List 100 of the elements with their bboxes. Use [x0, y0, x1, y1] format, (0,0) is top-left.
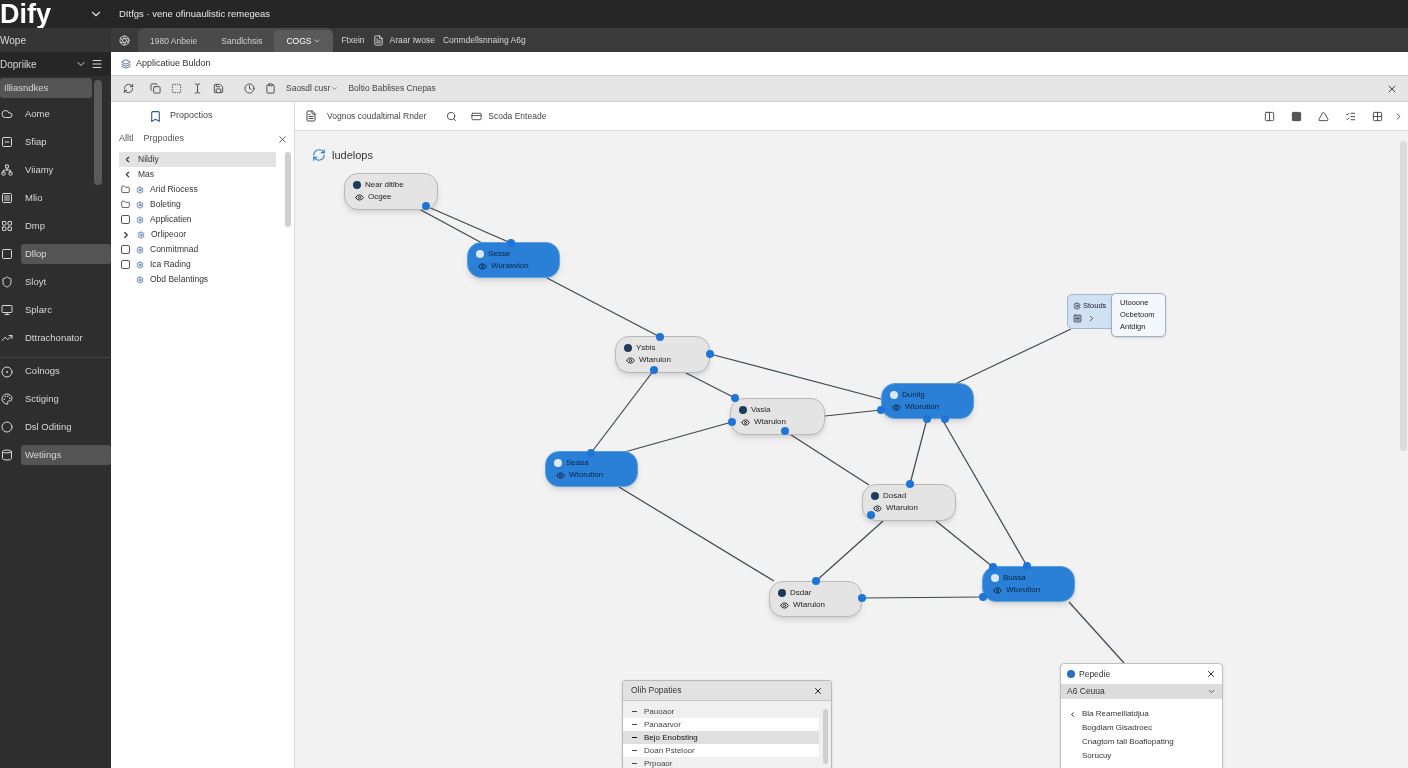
node-title: Dsdar	[790, 588, 812, 598]
list-item[interactable]: Bogdiam Gisadroec	[1082, 722, 1153, 734]
workflow-node[interactable]: Dunilg Wtorution	[881, 383, 974, 419]
workflow-node[interactable]: Buasa Wtorution	[982, 566, 1075, 602]
node-subtitle: Wtorution	[905, 402, 940, 412]
workflow-node[interactable]: Sesse Wurasvion	[467, 242, 560, 278]
toolbar-link[interactable]: Vognos coudaltimal Rnder	[327, 109, 427, 123]
workflow-node[interactable]: Seasa Wtorution	[545, 451, 638, 487]
tab[interactable]: Sandlchsis	[209, 30, 275, 52]
nav-item-icon	[1, 421, 13, 433]
tree-item[interactable]: Mas	[119, 167, 286, 182]
workflow-node[interactable]: Near dltlbe Ocgee	[344, 173, 438, 210]
close-icon[interactable]	[1206, 669, 1216, 679]
node-eye-icon	[741, 417, 750, 427]
tab-link[interactable]: Conmdellsnnaing A6g	[442, 33, 526, 47]
app-icon[interactable]	[119, 34, 130, 46]
workflow-node[interactable]: Ysbis Wtarulon	[615, 336, 710, 373]
tab-link[interactable]: Araar Iwose	[389, 33, 435, 47]
node-subtitle: Ocgee	[368, 192, 392, 202]
expand-chevron-icon[interactable]	[121, 229, 131, 240]
square-icon[interactable]	[1291, 110, 1302, 122]
text-cursor-icon[interactable]	[192, 83, 203, 94]
nav-item[interactable]: Aome	[21, 103, 54, 125]
nav-item[interactable]: Colnogs	[21, 361, 64, 382]
document-icon[interactable]	[305, 110, 317, 122]
gear-icon	[136, 245, 144, 254]
menu-icon[interactable]	[91, 58, 103, 70]
nav-item[interactable]: Sfiap	[21, 131, 51, 153]
list-row[interactable]: Prpoaor	[623, 757, 819, 768]
triangle-icon[interactable]	[1318, 110, 1329, 122]
checkbox[interactable]	[121, 215, 130, 224]
toolbar-label: Boltio Bablises Cnepas	[348, 82, 436, 95]
tree-item[interactable]: Arid Riocess	[119, 182, 286, 197]
tab[interactable]: COGS	[274, 30, 334, 52]
tab-link[interactable]: Ftxein	[341, 33, 365, 47]
popup-scrollbar[interactable]	[823, 709, 828, 764]
nav-item[interactable]: Mlio	[21, 187, 47, 209]
list-item[interactable]: Sorucuy	[1082, 750, 1112, 762]
panel-header: Propoctios	[170, 109, 213, 123]
toolbar-link[interactable]: Scoda Enteade	[488, 109, 547, 123]
breadcrumb[interactable]: Applicatiue Buldon	[136, 56, 211, 71]
list-row[interactable]: Doan Psteloor	[623, 744, 819, 757]
card-icon[interactable]	[471, 110, 483, 122]
list-row[interactable]: Pauoaor	[623, 705, 819, 718]
nav-item[interactable]: Dllop	[21, 243, 111, 265]
node-status-icon	[353, 181, 361, 189]
panel-title: Prgpodies	[143, 132, 185, 146]
dropdown-button[interactable]: Saosdl cusr	[286, 82, 339, 95]
grid-icon[interactable]	[1372, 110, 1383, 122]
tree-item[interactable]: Boleting	[119, 197, 286, 212]
connector-line	[418, 208, 483, 244]
nav-item[interactable]: Illiasndkes	[0, 77, 92, 99]
split-icon[interactable]	[1264, 110, 1275, 122]
tree-item[interactable]: Applicatien	[119, 212, 286, 227]
panel-scrollbar[interactable]	[285, 152, 291, 227]
search-icon[interactable]	[446, 110, 458, 122]
node-subtitle: Wtorution	[569, 470, 604, 480]
nav-item[interactable]: Sctiging	[21, 388, 63, 410]
tree-item[interactable]: Ica Rading	[119, 257, 286, 272]
dropdown[interactable]: A6 Ceuua	[1061, 684, 1222, 699]
checkbox[interactable]	[121, 245, 130, 254]
nav-item[interactable]: Wetiings	[21, 444, 111, 466]
workflow-node[interactable]: Dsdar Wtarulon	[769, 581, 862, 617]
node-eye-icon	[556, 470, 565, 480]
copy-icon[interactable]	[150, 83, 161, 94]
tree-item[interactable]: Obd Belantings	[119, 272, 286, 287]
nav-item[interactable]: Dsl Oditing	[21, 416, 76, 438]
workflow-node[interactable]: Vasla Wtarulon	[730, 398, 825, 435]
node-status-icon	[739, 406, 747, 414]
nav-item-icon	[1, 192, 13, 204]
tree-item[interactable]: Conmitmnad	[119, 242, 286, 257]
nav-item[interactable]: Viiamy	[21, 159, 58, 181]
panel-tab[interactable]: Alltl	[119, 132, 134, 146]
checkbox[interactable]	[121, 260, 130, 269]
list-item[interactable]: Cnagtom tall Boaflopating	[1082, 736, 1174, 748]
node-eye-icon	[780, 600, 789, 610]
save-icon[interactable]	[213, 83, 224, 94]
nav-item[interactable]: Sloyt	[21, 271, 51, 293]
clipboard-icon[interactable]	[265, 83, 276, 94]
list-row[interactable]: Panaarvor	[623, 718, 819, 731]
tree-item[interactable]: Orlipeoor	[119, 227, 286, 242]
nav-item[interactable]: Splarc	[21, 299, 56, 321]
workflow-node[interactable]: Dosad Wtarulon	[862, 484, 956, 521]
frame-icon[interactable]	[171, 83, 182, 94]
nav-item-icon	[1, 304, 13, 316]
node-status-icon	[890, 391, 898, 399]
folder-icon	[121, 200, 130, 209]
close-icon[interactable]	[813, 685, 823, 696]
list-row[interactable]: Bejo Enobsting	[623, 731, 819, 744]
tab[interactable]: 1980 Anbeie	[138, 30, 210, 52]
sidebar-scrollbar[interactable]	[94, 80, 102, 185]
history-icon[interactable]	[244, 83, 255, 94]
refresh-icon[interactable]	[123, 83, 134, 94]
nav-item[interactable]: Dttrachonator	[21, 327, 87, 349]
chevron-right-icon[interactable]	[1087, 313, 1096, 323]
list-item[interactable]: Bla Reameillatdjua	[1082, 708, 1149, 720]
nav-item[interactable]: Dmp	[21, 215, 50, 237]
list-icon[interactable]	[1345, 110, 1356, 122]
gear-icon	[136, 260, 144, 269]
tree-item[interactable]: Nildiy	[119, 152, 276, 167]
